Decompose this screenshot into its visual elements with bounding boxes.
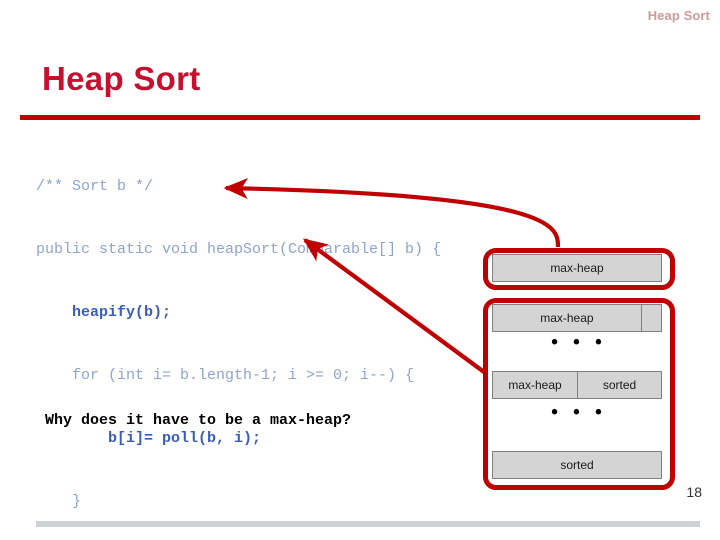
array-row-final: sorted (492, 451, 662, 479)
array-row-step-k: max-heap sorted (492, 371, 662, 399)
code-line-5: b[i]= poll(b, i); (36, 430, 262, 447)
array-row-step-1: max-heap (492, 304, 662, 332)
code-line-6: } (36, 493, 82, 510)
heap-sort-diagram: max-heap max-heap • • • max-heap sorted … (481, 246, 677, 492)
array-cell-sorted: sorted (577, 372, 661, 398)
code-line-4: for (int i= b.length-1; i >= 0; i--) { (36, 367, 415, 384)
title-divider (20, 115, 700, 120)
code-block: /** Sort b */ public static void heapSor… (36, 134, 441, 540)
ellipsis-1: • • • (551, 332, 607, 353)
array-row-initial: max-heap (492, 254, 662, 282)
array-cell-max-heap: max-heap (493, 372, 577, 398)
array-cell-max-heap: max-heap (493, 255, 661, 281)
ellipsis-2: • • • (551, 402, 607, 423)
code-line-2: public static void heapSort(Comparable[]… (36, 241, 442, 258)
running-head: Heap Sort (647, 8, 710, 23)
page-title: Heap Sort (42, 60, 201, 97)
array-cell-sorted (640, 305, 661, 331)
array-cell-sorted: sorted (493, 452, 661, 478)
code-line-3: heapify(b); (36, 304, 172, 321)
footer-bar (36, 521, 700, 527)
array-cell-max-heap: max-heap (493, 305, 641, 331)
question-text: Why does it have to be a max-heap? (45, 412, 352, 429)
code-line-1: /** Sort b */ (36, 178, 154, 195)
slide: Heap Sort Heap Sort /** Sort b */ public… (0, 0, 720, 540)
page-number: 18 (686, 484, 702, 500)
